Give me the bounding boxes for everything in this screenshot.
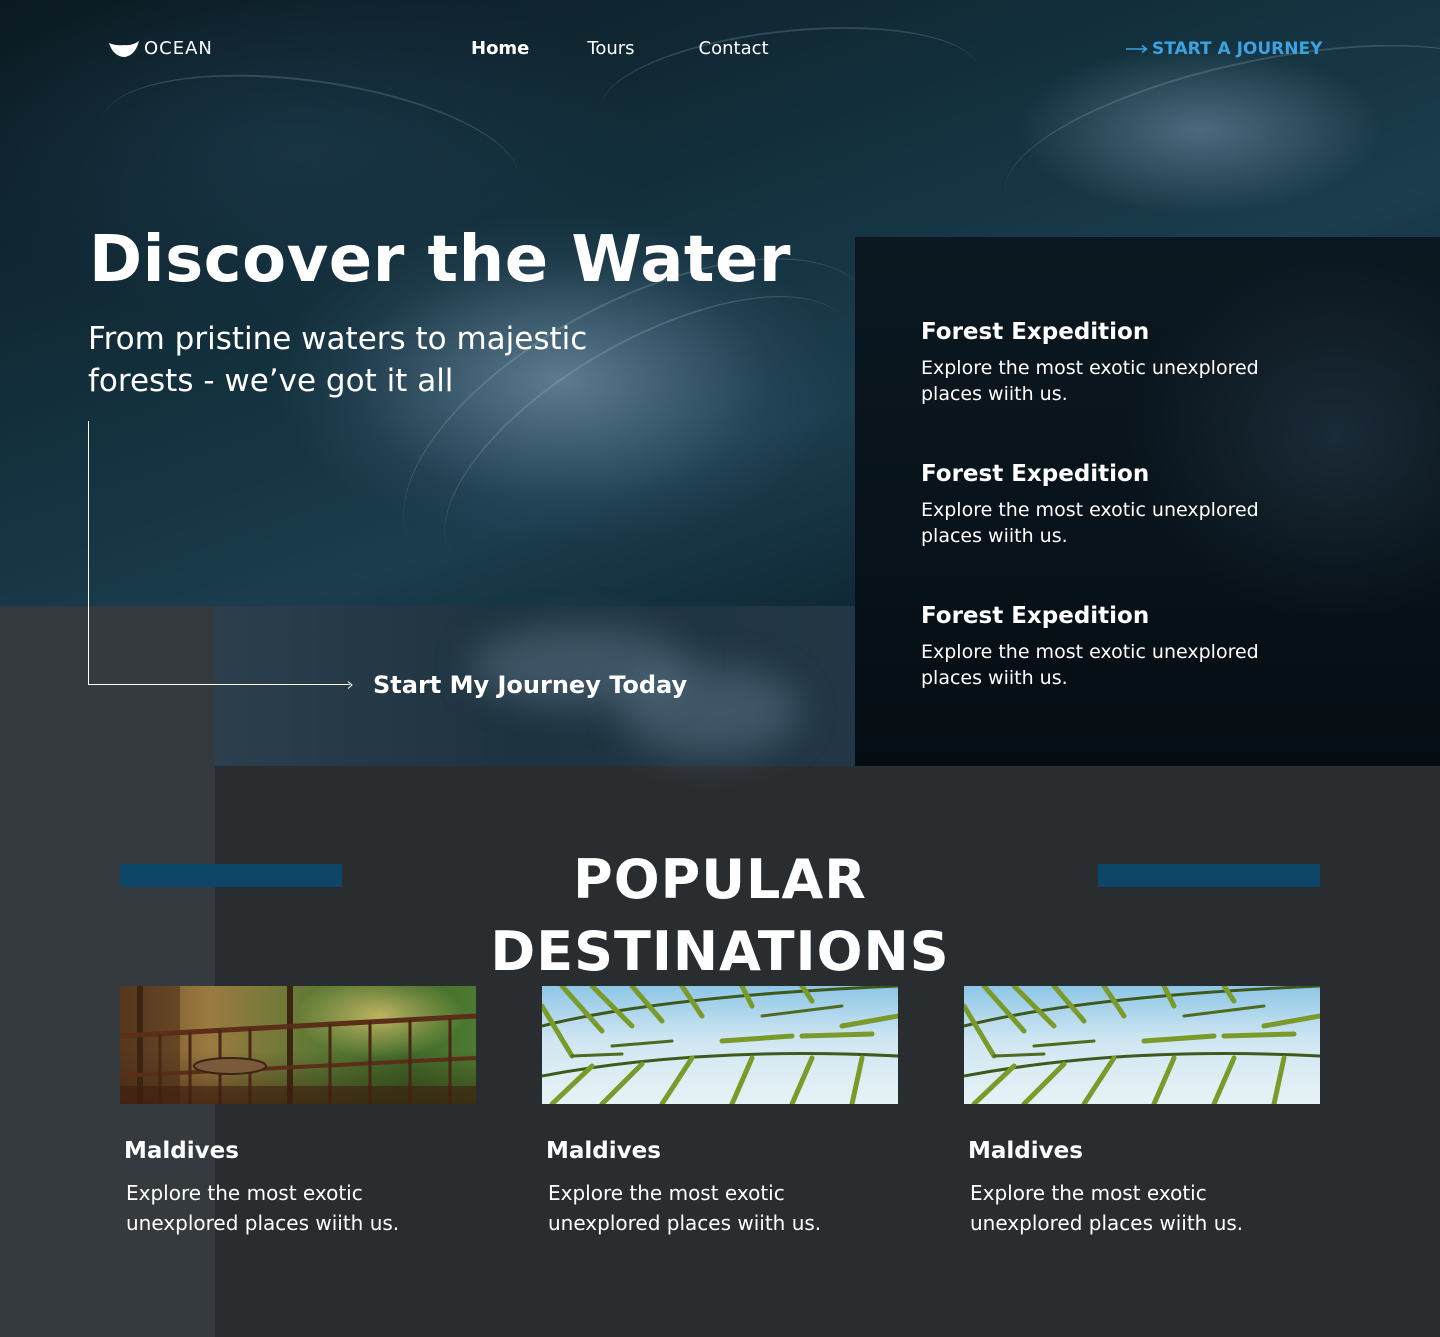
whale-tail-icon — [108, 40, 140, 58]
section-divider-left — [120, 864, 342, 887]
feature-item: Forest Expedition Explore the most exoti… — [921, 601, 1301, 691]
destination-card[interactable]: Maldives Explore the most exotic unexplo… — [542, 986, 898, 1238]
feature-text: Explore the most exotic unexplored place… — [921, 641, 1259, 689]
card-text: Explore the most exotic unexplored place… — [548, 1181, 822, 1235]
brand-logo[interactable]: OCEAN — [108, 38, 213, 59]
card-text: Explore the most exotic unexplored place… — [970, 1181, 1244, 1235]
feature-text: Explore the most exotic unexplored place… — [921, 357, 1259, 405]
feature-item: Forest Expedition Explore the most exoti… — [921, 317, 1301, 407]
card-title: Maldives — [124, 1138, 239, 1164]
brand-name: OCEAN — [144, 38, 213, 59]
palm-leaves-photo — [964, 986, 1320, 1104]
terrace-forest-photo — [120, 986, 476, 1104]
section-title: POPULAR DESTINATIONS — [490, 848, 950, 983]
nav-item-tours[interactable]: Tours — [587, 36, 634, 62]
feature-title: Forest Expedition — [921, 319, 1150, 345]
feature-text: Explore the most exotic unexplored place… — [921, 499, 1259, 547]
destination-card[interactable]: Maldives Explore the most exotic unexplo… — [964, 986, 1320, 1238]
feature-item: Forest Expedition Explore the most exoti… — [921, 459, 1301, 549]
main-nav: Home Tours Contact — [471, 36, 769, 62]
destination-card[interactable]: Maldives Explore the most exotic unexplo… — [120, 986, 476, 1238]
start-journey-label: START A JOURNEY — [1152, 39, 1323, 59]
palm-leaves-photo — [542, 986, 898, 1104]
nav-item-contact[interactable]: Contact — [699, 36, 769, 62]
decorative-horizontal-line — [88, 684, 350, 685]
nav-item-home[interactable]: Home — [471, 36, 529, 62]
card-title: Maldives — [968, 1138, 1083, 1164]
hero-title: Discover the Water — [89, 223, 791, 297]
arrow-right-icon — [1126, 36, 1148, 62]
feature-title: Forest Expedition — [921, 461, 1150, 487]
section-divider-right — [1098, 864, 1320, 887]
hero-subtitle: From pristine waters to majestic forests… — [88, 321, 588, 399]
feature-title: Forest Expedition — [921, 603, 1150, 629]
line-arrow-icon — [344, 680, 354, 693]
card-text: Explore the most exotic unexplored place… — [126, 1181, 400, 1235]
start-my-journey-link[interactable]: Start My Journey Today — [373, 668, 687, 702]
card-title: Maldives — [546, 1138, 661, 1164]
decorative-vertical-line — [88, 421, 89, 685]
start-journey-button[interactable]: START A JOURNEY — [1126, 36, 1322, 62]
